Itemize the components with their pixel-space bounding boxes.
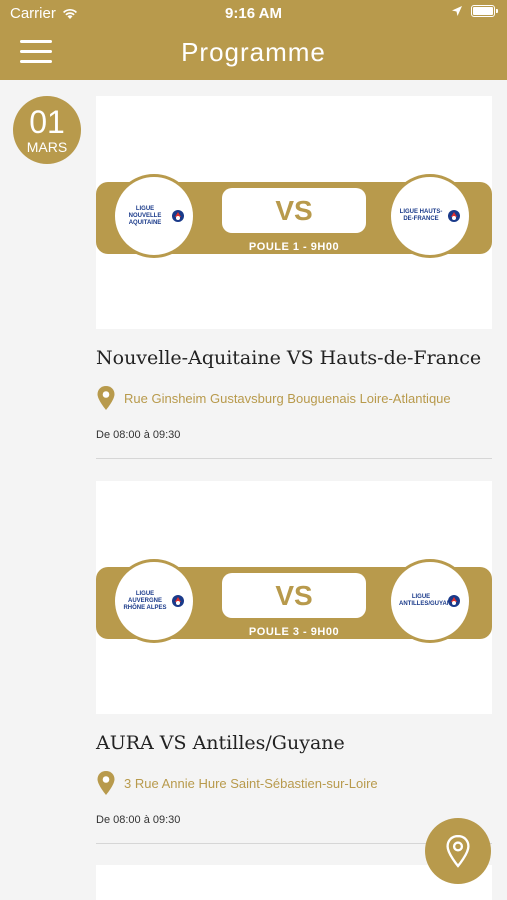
rooster-icon	[172, 210, 184, 222]
match-hours: De 08:00 à 09:30	[96, 429, 181, 441]
team-left-logo-text: LIGUE AUVERGNE RHÔNE ALPES	[123, 590, 167, 611]
navigation-bar: Programme	[0, 28, 507, 80]
divider	[96, 458, 492, 459]
match-title[interactable]: AURA VS Antilles/Guyane	[96, 732, 492, 754]
team-right-logo-text: LIGUE HAUTS-DE-FRANCE	[399, 209, 443, 222]
location-pin-icon	[97, 386, 115, 410]
address-text: Rue Ginsheim Gustavsburg Bouguenais Loir…	[124, 390, 451, 406]
match-card[interactable]: LIGUE NOUVELLE AQUITAINE LIGUE HAUTS-DE-…	[96, 96, 492, 459]
rooster-icon	[448, 595, 460, 607]
match-banner: LIGUE AUVERGNE RHÔNE ALPES LIGUE ANTILLE…	[96, 481, 492, 714]
poule-label: POULE 3 - 9H00	[248, 626, 340, 638]
battery-icon	[471, 5, 498, 17]
date-month: MARS	[26, 139, 68, 155]
poule-label: POULE 1 - 9H00	[248, 241, 340, 253]
date-day: 01	[29, 104, 65, 140]
map-button[interactable]	[425, 818, 491, 884]
match-address[interactable]: Rue Ginsheim Gustavsburg Bouguenais Loir…	[96, 385, 492, 411]
team-right-logo-text: LIGUE ANTILLES/GUYANE	[399, 594, 456, 607]
clock: 9:16 AM	[225, 5, 282, 22]
address-text: 3 Rue Annie Hure Saint-Sébastien-sur-Loi…	[124, 775, 378, 791]
team-left-logo-text: LIGUE NOUVELLE AQUITAINE	[128, 205, 162, 226]
vs-label: VS	[222, 188, 366, 233]
status-bar: Carrier 9:16 AM	[0, 0, 507, 28]
location-arrow-icon	[452, 6, 462, 16]
date-badge: 01 MARS	[13, 96, 81, 164]
vs-label: VS	[222, 573, 366, 618]
rooster-icon	[448, 210, 460, 222]
location-pin-icon	[446, 834, 470, 868]
page-title: Programme	[181, 37, 326, 67]
location-pin-icon	[97, 771, 115, 795]
rooster-icon	[172, 595, 184, 607]
match-banner: LIGUE NOUVELLE AQUITAINE LIGUE HAUTS-DE-…	[96, 96, 492, 329]
match-card[interactable]: LIGUE AUVERGNE RHÔNE ALPES LIGUE ANTILLE…	[96, 481, 492, 844]
status-right	[451, 5, 498, 17]
match-title[interactable]: Nouvelle-Aquitaine VS Hauts-de-France	[96, 347, 492, 369]
match-hours: De 08:00 à 09:30	[96, 814, 181, 826]
match-address[interactable]: 3 Rue Annie Hure Saint-Sébastien-sur-Loi…	[96, 770, 492, 796]
